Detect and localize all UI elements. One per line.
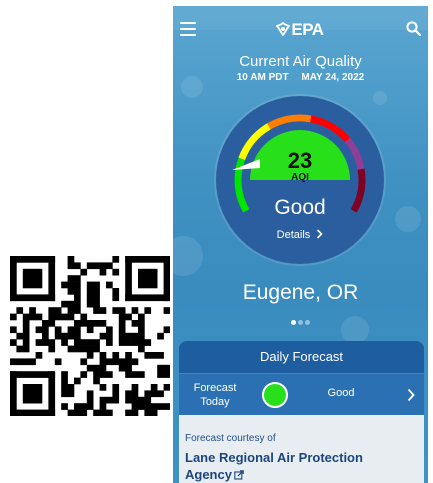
details-link[interactable]: Details (216, 229, 384, 241)
app-screen: EPA Current Air Quality 10 AM PDT MAY 24… (173, 6, 428, 483)
timestamp: 10 AM PDT MAY 24, 2022 (173, 72, 428, 83)
qr-code (10, 256, 171, 417)
page-dot[interactable] (298, 320, 303, 325)
forecast-level: Good (327, 387, 355, 399)
location-name: Eugene, OR (242, 281, 359, 304)
page-dot[interactable] (305, 320, 310, 325)
forecast-day-label: Forecast Today (193, 382, 237, 408)
aqi-category: Good (274, 196, 326, 219)
daily-forecast-card: Daily Forecast Forecast Today Good Foreca… (179, 341, 424, 483)
background-bubble (395, 206, 421, 232)
date-text: MAY 24, 2022 (301, 72, 365, 83)
aqi-circle[interactable]: 23 AQI Good Details (216, 96, 384, 264)
background-bubble (173, 236, 203, 276)
external-link-icon (234, 470, 244, 480)
top-bar: EPA (173, 6, 428, 48)
gauge-segment (267, 114, 312, 130)
chevron-right-icon[interactable] (407, 388, 415, 402)
page-dot[interactable] (291, 320, 296, 325)
agency-link[interactable]: Lane Regional Air Protection Agency (185, 449, 410, 483)
details-label: Details (276, 229, 311, 241)
section-title: Current Air Quality (239, 53, 362, 70)
chevron-right-icon (317, 229, 323, 239)
aqi-value: 23 (287, 148, 313, 173)
forecast-courtesy: Forecast courtesy of Lane Regional Air P… (179, 415, 424, 483)
forecast-row[interactable]: Forecast Today Good (179, 373, 424, 416)
epa-logo-mark (276, 22, 291, 36)
aqi-label: AQI (291, 172, 309, 183)
forecast-header: Daily Forecast (179, 341, 424, 373)
agency-name: Lane Regional Air Protection Agency (185, 450, 363, 482)
epa-logo: EPA (265, 20, 335, 39)
search-icon[interactable] (406, 21, 421, 36)
courtesy-label: Forecast courtesy of (185, 433, 276, 444)
menu-icon[interactable] (180, 22, 196, 36)
logo-text: EPA (291, 20, 324, 39)
page-indicator[interactable] (173, 310, 428, 329)
forecast-level-indicator (262, 382, 288, 408)
time-text: 10 AM PDT (236, 72, 289, 83)
